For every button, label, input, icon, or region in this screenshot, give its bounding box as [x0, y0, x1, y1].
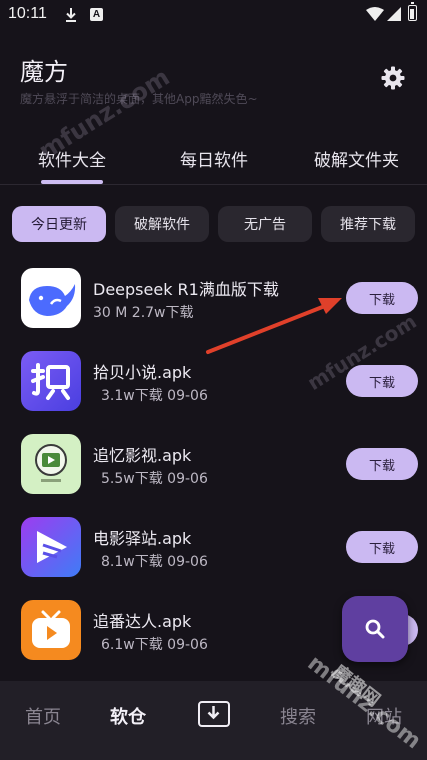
- app-meta: 5.5w下载 09-06: [101, 471, 208, 487]
- app-name: 电影驿站.apk: [93, 529, 192, 548]
- chip-recommended[interactable]: 推荐下载: [321, 206, 415, 242]
- tab-daily-software[interactable]: 每日软件: [180, 146, 248, 171]
- shibei-novel-icon: [21, 351, 81, 411]
- download-button[interactable]: 下载: [346, 365, 418, 397]
- status-bar: 10:11 A: [0, 0, 427, 32]
- nav-software-warehouse[interactable]: 软仓: [110, 703, 146, 729]
- status-time: 10:11: [8, 5, 47, 22]
- chip-cracked-software[interactable]: 破解软件: [115, 206, 209, 242]
- app-meta: 3.1w下载 09-06: [101, 388, 208, 404]
- nav-home[interactable]: 首页: [25, 703, 61, 729]
- download-button[interactable]: 下载: [346, 448, 418, 480]
- nav-website[interactable]: 网站: [366, 703, 402, 729]
- app-name: 拾贝小说.apk: [93, 363, 192, 382]
- category-tabs: 软件大全 每日软件 破解文件夹: [0, 138, 427, 184]
- app-meta: 6.1w下载 09-06: [101, 637, 208, 653]
- tab-crack-folder[interactable]: 破解文件夹: [314, 146, 399, 171]
- anime-tv-icon: [21, 600, 81, 660]
- movie-station-icon: [21, 517, 81, 577]
- chip-today-update[interactable]: 今日更新: [12, 206, 106, 242]
- app-title: 魔方: [20, 58, 68, 86]
- list-item[interactable]: 电影驿站.apk 8.1w下载 09-06 下载: [0, 517, 427, 599]
- search-fab-button[interactable]: [342, 596, 408, 662]
- search-icon: [365, 619, 385, 639]
- deepseek-whale-icon: [21, 268, 81, 328]
- app-name: 追番达人.apk: [93, 612, 192, 631]
- list-item[interactable]: 拾贝小说.apk 3.1w下载 09-06 下载: [0, 351, 427, 433]
- chip-no-ads[interactable]: 无广告: [218, 206, 312, 242]
- download-button[interactable]: 下载: [346, 531, 418, 563]
- battery-icon: [408, 2, 417, 21]
- app-meta: 8.1w下载 09-06: [101, 554, 208, 570]
- signal-icon: [387, 7, 401, 21]
- list-item[interactable]: Deepseek R1满血版下载 30 M 2.7w下载 下载: [0, 268, 427, 350]
- zhuiyi-video-icon: [21, 434, 81, 494]
- tabs-divider: [0, 184, 427, 185]
- gear-icon[interactable]: [381, 66, 405, 90]
- app-subtitle: 魔方悬浮于简洁的桌面，其他App黯然失色~: [20, 92, 258, 106]
- list-item[interactable]: 追忆影视.apk 5.5w下载 09-06 下载: [0, 434, 427, 516]
- download-status-icon: [66, 8, 76, 22]
- download-box-icon[interactable]: [198, 701, 230, 727]
- app-name: 追忆影视.apk: [93, 446, 192, 465]
- a-notification-icon: A: [90, 8, 103, 21]
- nav-search[interactable]: 搜索: [280, 703, 316, 729]
- app-meta: 30 M 2.7w下载: [93, 305, 194, 321]
- tab-software-all[interactable]: 软件大全: [38, 146, 106, 171]
- wifi-icon: [366, 7, 384, 21]
- download-button[interactable]: 下载: [346, 282, 418, 314]
- bottom-navigation: 首页 软仓 搜索 网站: [0, 681, 427, 760]
- app-name: Deepseek R1满血版下载: [93, 280, 279, 299]
